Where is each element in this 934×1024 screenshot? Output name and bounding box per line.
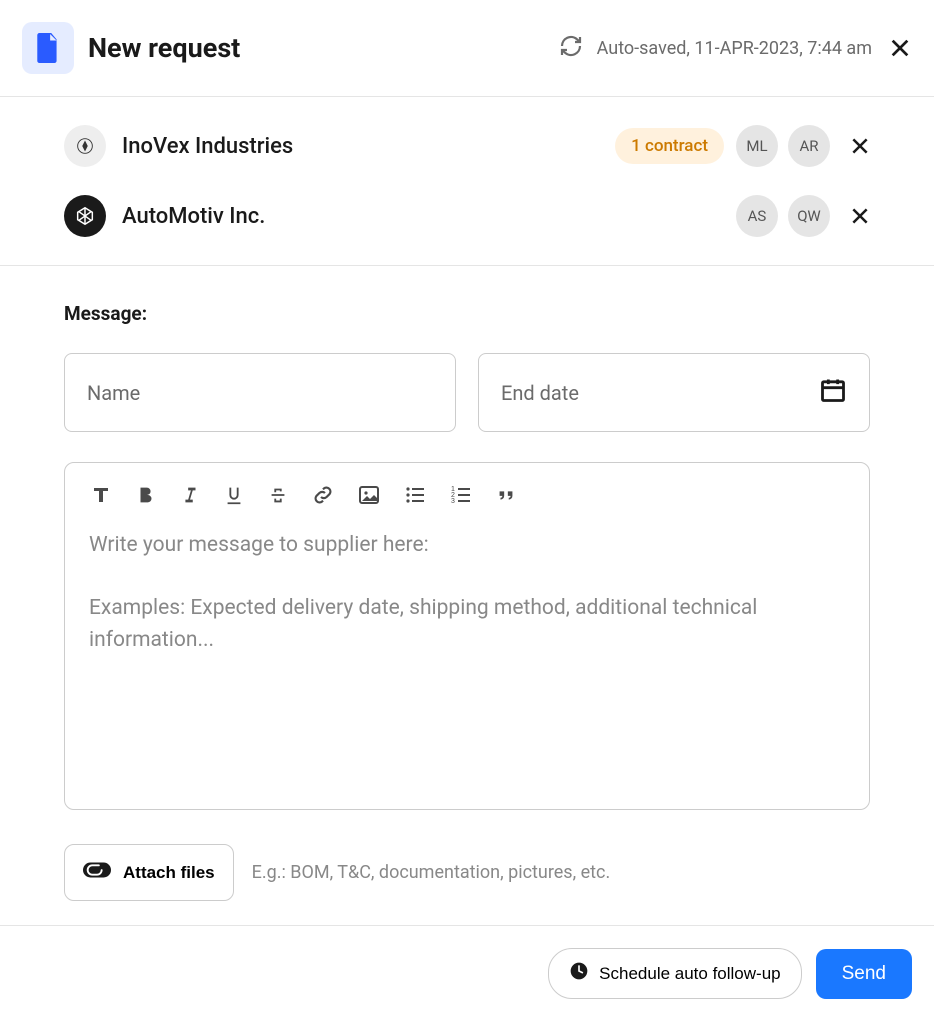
clock-icon xyxy=(569,961,589,986)
document-icon xyxy=(22,22,74,74)
company-logo xyxy=(64,125,106,167)
message-editor[interactable]: 123 Write your message to supplier here:… xyxy=(64,462,870,810)
autosave-text: Auto-saved, 11-APR-2023, 7:44 am xyxy=(597,38,872,59)
strikethrough-icon[interactable] xyxy=(267,484,289,506)
calendar-icon xyxy=(819,376,847,409)
numbered-list-icon[interactable]: 123 xyxy=(449,483,473,507)
text-size-icon[interactable] xyxy=(89,483,113,507)
refresh-icon xyxy=(559,34,583,62)
contract-badge: 1 contract xyxy=(615,128,724,164)
name-input[interactable]: Name xyxy=(64,353,456,432)
attach-files-button[interactable]: Attach files xyxy=(64,844,234,901)
close-button[interactable] xyxy=(888,36,912,60)
schedule-label: Schedule auto follow-up xyxy=(599,964,780,984)
recipient-row: AutoMotiv Inc. AS QW xyxy=(0,181,934,251)
avatar[interactable]: QW xyxy=(788,195,830,237)
schedule-follow-up-button[interactable]: Schedule auto follow-up xyxy=(548,948,801,999)
recipients-section: InoVex Industries 1 contract ML AR AutoM… xyxy=(0,97,934,266)
avatar[interactable]: ML xyxy=(736,125,778,167)
bold-icon[interactable] xyxy=(135,484,157,506)
remove-recipient-button[interactable] xyxy=(850,206,870,226)
image-icon[interactable] xyxy=(357,483,381,507)
editor-placeholder: Write your message to supplier here: Exa… xyxy=(89,529,845,657)
avatar[interactable]: AR xyxy=(788,125,830,167)
end-date-placeholder: End date xyxy=(501,381,579,405)
footer: Schedule auto follow-up Send xyxy=(0,925,934,1021)
attach-hint: E.g.: BOM, T&C, documentation, pictures,… xyxy=(252,862,611,883)
message-section: Message: Name End date 123 Write your me… xyxy=(0,266,934,925)
remove-recipient-button[interactable] xyxy=(850,136,870,156)
recipient-name: InoVex Industries xyxy=(122,134,615,159)
quote-icon[interactable] xyxy=(495,484,517,506)
svg-text:3: 3 xyxy=(451,498,455,505)
header: New request Auto-saved, 11-APR-2023, 7:4… xyxy=(0,0,934,97)
end-date-input[interactable]: End date xyxy=(478,353,870,432)
bullet-list-icon[interactable] xyxy=(403,483,427,507)
name-placeholder: Name xyxy=(87,381,140,405)
attachment-icon xyxy=(83,859,111,886)
field-row: Name End date xyxy=(64,353,870,432)
underline-icon[interactable] xyxy=(223,484,245,506)
send-button[interactable]: Send xyxy=(816,949,912,999)
message-label: Message: xyxy=(64,302,870,325)
avatar[interactable]: AS xyxy=(736,195,778,237)
recipient-row: InoVex Industries 1 contract ML AR xyxy=(0,111,934,181)
italic-icon[interactable] xyxy=(179,484,201,506)
recipient-name: AutoMotiv Inc. xyxy=(122,204,736,229)
editor-toolbar: 123 xyxy=(89,483,845,507)
company-logo xyxy=(64,195,106,237)
attach-label: Attach files xyxy=(123,863,215,883)
attach-row: Attach files E.g.: BOM, T&C, documentati… xyxy=(64,844,870,901)
link-icon[interactable] xyxy=(311,483,335,507)
page-title: New request xyxy=(88,32,559,64)
